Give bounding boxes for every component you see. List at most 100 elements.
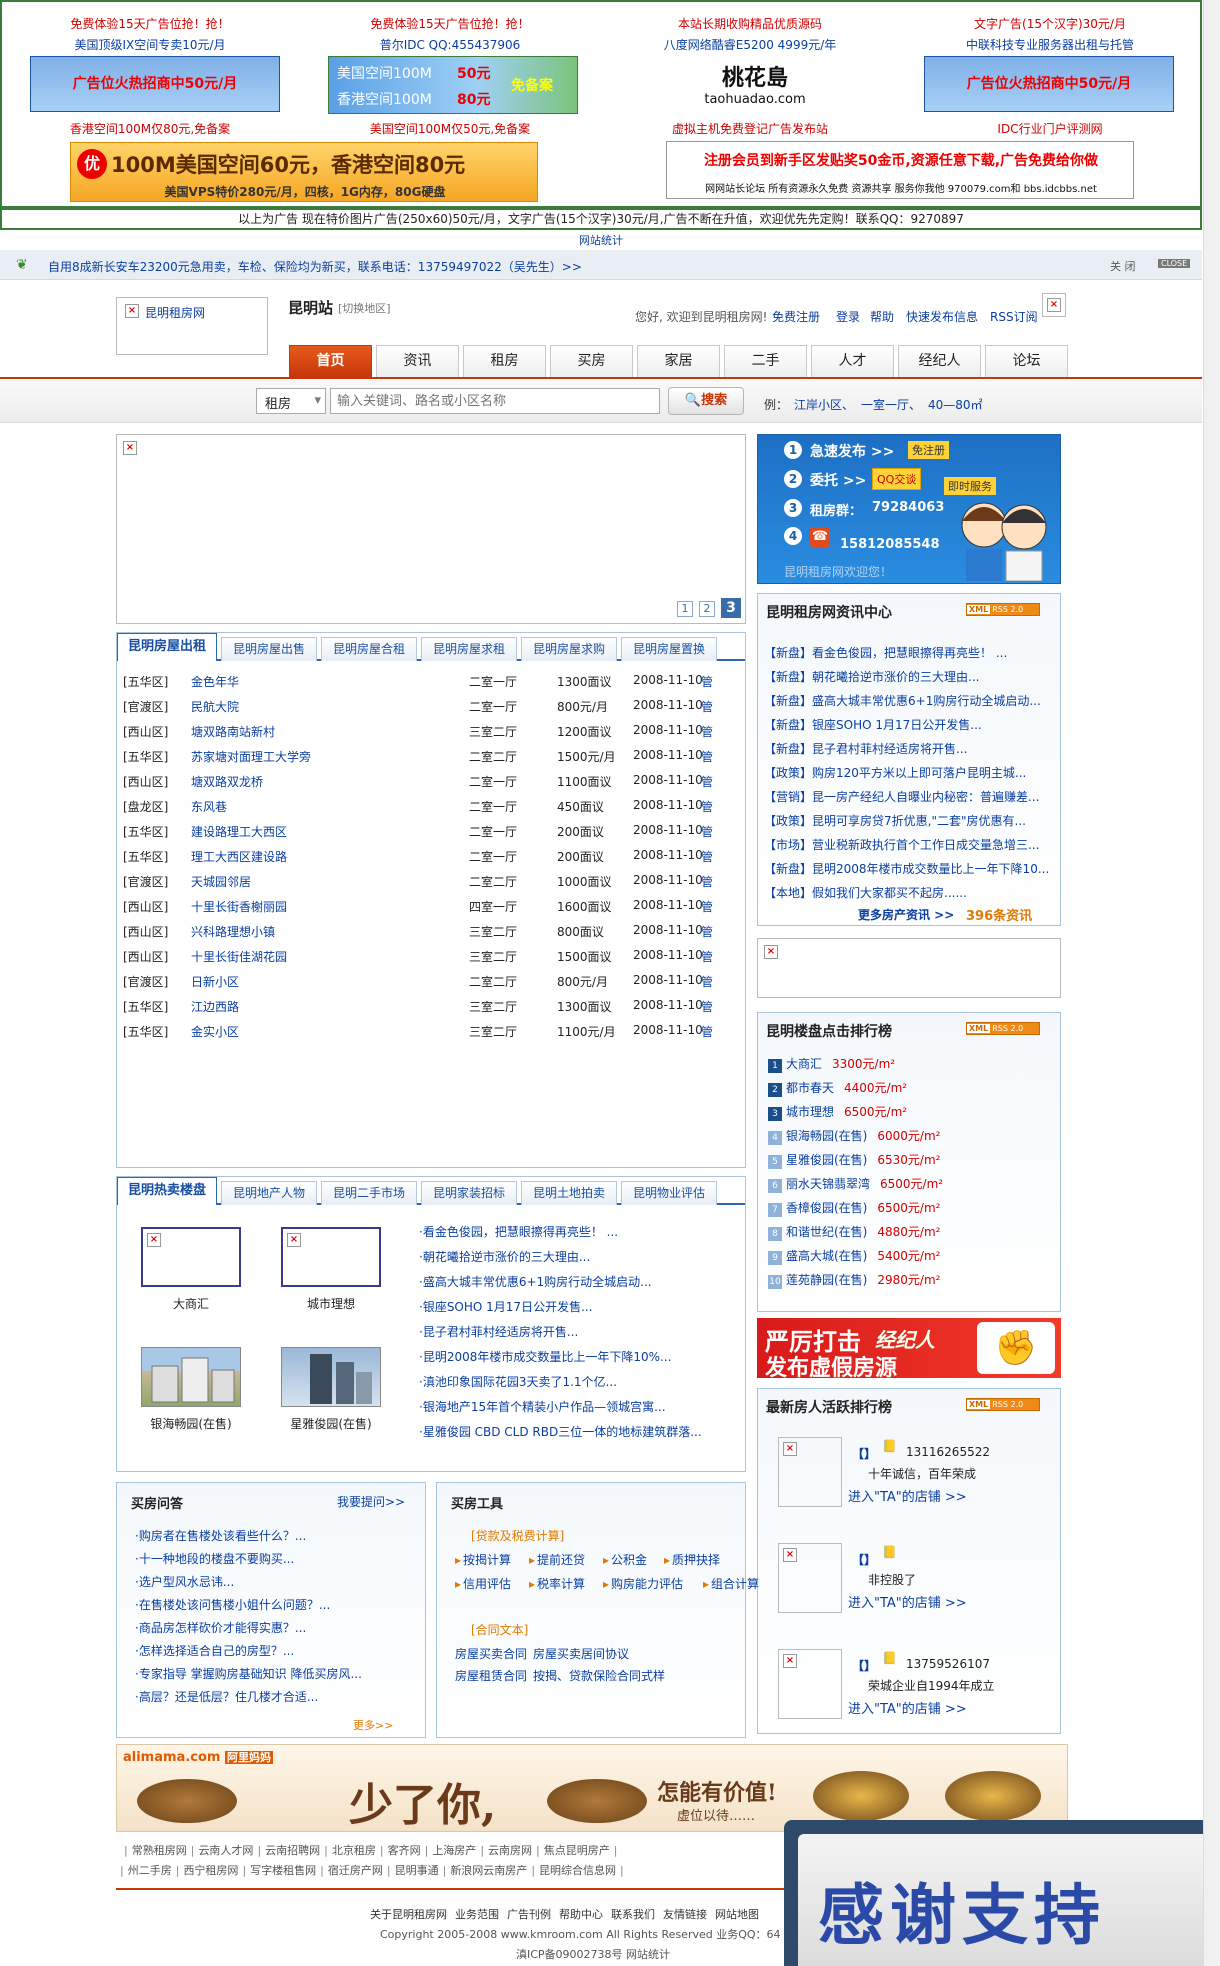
rank-property-link[interactable]: 香樟俊园(在售) [786,1201,867,1215]
news-title-link[interactable]: 昆子君村菲村经适房将开售... [812,742,967,756]
nav-secondhand[interactable]: 二手 [724,345,807,377]
nav-news[interactable]: 资讯 [376,345,459,377]
ad-text[interactable]: 文字广告(15个汉字)30元/月 [900,15,1200,32]
alimama-banner[interactable]: alimama.com 阿里妈妈 少了你, 怎能有价值! 虚位以待…… [116,1744,1068,1832]
property-image[interactable]: × [281,1227,381,1287]
tool-link[interactable]: ▸ 提前还贷 [529,1551,585,1568]
quick-publish[interactable]: 急速发布 >> [810,441,894,461]
tool-link[interactable]: ▸ 质押抉择 [664,1551,720,1568]
friend-link[interactable]: 焦点昆明房产 [544,1844,610,1857]
friend-link[interactable]: 云南房网 [488,1844,532,1857]
tool-link[interactable]: ▸ 信用评估 [455,1575,511,1592]
property-link[interactable]: 十里长街香榭丽园 [191,898,287,915]
table-row[interactable]: [五华区] 理工大西区建设路 二室一厅 200面议 2008-11-10 管 [117,844,745,869]
tab-item[interactable]: 昆明地产人物 [221,1181,317,1205]
nav-home[interactable]: 首页 [289,345,372,377]
friend-link[interactable]: 云南招聘网 [265,1844,320,1857]
property-link[interactable]: 理工大西区建设路 [191,848,287,865]
ad-text[interactable]: 美国空间100M仅50元,免备案 [300,120,600,137]
table-row[interactable]: [盘龙区] 东风巷 二室一厅 450面议 2008-11-10 管 [117,794,745,819]
contract-link[interactable]: 按揭、贷款保险合同式样 [533,1667,665,1684]
more-news-link[interactable]: 更多房产资讯 >> [858,906,954,923]
qq-chat-button[interactable]: QQ交谈 [872,468,922,490]
agent-avatar[interactable]: × [778,1649,842,1719]
friend-link[interactable]: 客齐网 [388,1844,421,1857]
news-title-link[interactable]: 假如我们大家都买不起房...... [812,886,967,900]
example-link[interactable]: 40—80㎡ [928,396,983,413]
contract-link[interactable]: 房屋买卖合同 [455,1645,527,1662]
friend-link[interactable]: 宿迁房产网 [328,1864,383,1877]
manage-link[interactable]: 管 [701,723,713,740]
ad-banner[interactable]: 广告位火热招商中50元/月 [924,56,1174,112]
footer-link[interactable]: 帮助中心 [559,1908,603,1921]
rank-item[interactable]: 3 城市理想 6500元/m² [768,1103,907,1121]
nav-forum[interactable]: 论坛 [985,345,1068,377]
qa-link[interactable]: ·高层？还是低层？住几楼才合适... [135,1688,318,1705]
manage-link[interactable]: 管 [701,873,713,890]
search-input[interactable] [330,388,660,414]
news-title-link[interactable]: 朝花曦拾逆市涨价的三大理由... [812,670,979,684]
rank-property-link[interactable]: 银海畅园(在售) [786,1129,867,1143]
property-link[interactable]: 天城园邻居 [191,873,251,890]
manage-link[interactable]: 管 [701,673,713,690]
ad-banner[interactable]: 广告位火热招商中50元/月 [30,56,280,112]
rank-item[interactable]: 9 盛高大城(在售) 5400元/m² [768,1247,940,1265]
qa-link[interactable]: ·购房者在售楼处该看些什么？... [135,1527,306,1544]
news-title-link[interactable]: 看金色俊园，把慧眼擦得再亮些！ ... [812,646,1007,660]
more-qa-link[interactable]: 更多>> [353,1717,393,1733]
news-link[interactable]: ·银座SOHO 1月17日公开发售... [419,1298,593,1315]
footer-link[interactable]: 友情链接 [663,1908,707,1921]
news-item[interactable]: 【营销】昆一房产经纪人自曝业内秘密：普遍赚差... [764,788,1039,805]
ad-text[interactable]: 免费体验15天广告位抢！抢！ [300,15,600,32]
quick-publish-link[interactable]: 快速发布信息 [906,308,978,325]
tab-item[interactable]: 昆明物业评估 [621,1181,717,1205]
property-link[interactable]: 建设路理工大西区 [191,823,287,840]
news-title-link[interactable]: 购房120平方米以上即可落户昆明主城... [812,766,1026,780]
news-title-link[interactable]: 银座SOHO 1月17日公开发售... [812,718,982,732]
tool-link[interactable]: ▸ 购房能力评估 [603,1575,683,1592]
manage-link[interactable]: 管 [701,923,713,940]
rss-button[interactable]: XML RSS 2.0 [966,1022,1040,1035]
stats-link[interactable]: 网站统计 [0,232,1202,248]
ad-banner[interactable]: 美国空间100M 50元 香港空间100M 80元 免备案 [328,56,578,114]
friend-link[interactable]: 新浪网云南房产 [450,1864,527,1877]
ad-text[interactable]: 八度网络酷睿E5200 4999元/年 [600,36,900,53]
rss-button[interactable]: XML RSS 2.0 [966,603,1040,616]
table-row[interactable]: [五华区] 建设路理工大西区 二室一厅 200面议 2008-11-10 管 [117,819,745,844]
news-link[interactable]: ·盛高大城丰常优惠6+1购房行动全城启动... [419,1273,652,1290]
rank-item[interactable]: 4 银海畅园(在售) 6000元/m² [768,1127,940,1145]
example-link[interactable]: 一室一厅、 [861,396,921,413]
ad-text[interactable]: IDC行业门户评测网 [900,120,1200,137]
property-link[interactable]: 塘双路南站新村 [191,723,275,740]
manage-link[interactable]: 管 [701,773,713,790]
nav-jobs[interactable]: 人才 [811,345,894,377]
ask-question-link[interactable]: 我要提问>> [337,1493,405,1510]
footer-link[interactable]: 关于昆明租房网 [370,1908,447,1921]
friend-link[interactable]: 昆明综合信息网 [539,1864,616,1877]
friend-link[interactable]: 云南人才网 [198,1844,253,1857]
slider-page-2[interactable]: 2 [699,601,715,617]
news-link[interactable]: ·昆子君村菲村经适房将开售... [419,1323,578,1340]
news-title-link[interactable]: 昆一房产经纪人自曝业内秘密：普遍赚差... [812,790,1039,804]
tab-item[interactable]: 昆明房屋出售 [221,637,317,661]
table-row[interactable]: [西山区] 塘双路南站新村 三室二厅 1200面议 2008-11-10 管 [117,719,745,744]
nav-buy[interactable]: 买房 [550,345,633,377]
qa-link[interactable]: ·商品房怎样砍价才能得实惠？... [135,1619,306,1636]
table-row[interactable]: [西山区] 塘双路双龙桥 二室一厅 1100面议 2008-11-10 管 [117,769,745,794]
agent-avatar[interactable]: × [778,1437,842,1507]
contract-link[interactable]: 房屋租赁合同 [455,1667,527,1684]
rank-property-link[interactable]: 星雅俊园(在售) [786,1153,867,1167]
friend-link[interactable]: 昆明事通 [395,1864,439,1877]
friend-link[interactable]: 常熟租房网 [132,1844,187,1857]
table-row[interactable]: [五华区] 金实小区 三室二厅 1100元/月 2008-11-10 管 [117,1019,745,1044]
search-type-select[interactable]: 租房 ▾ [256,388,326,414]
slider-page-3[interactable]: 3 [721,598,741,618]
ad-text[interactable]: 免费体验15天广告位抢！抢！ [0,15,300,32]
ad-text[interactable]: 中联科技专业服务器出租与托管 [900,36,1200,53]
tool-link[interactable]: ▸ 组合计算 [703,1575,759,1592]
footer-link[interactable]: 联系我们 [611,1908,655,1921]
property-link[interactable]: 民航大院 [191,698,239,715]
property-link[interactable]: 日新小区 [191,973,239,990]
property-name[interactable]: 大商汇 [141,1295,241,1312]
property-name[interactable]: 城市理想 [281,1295,381,1312]
